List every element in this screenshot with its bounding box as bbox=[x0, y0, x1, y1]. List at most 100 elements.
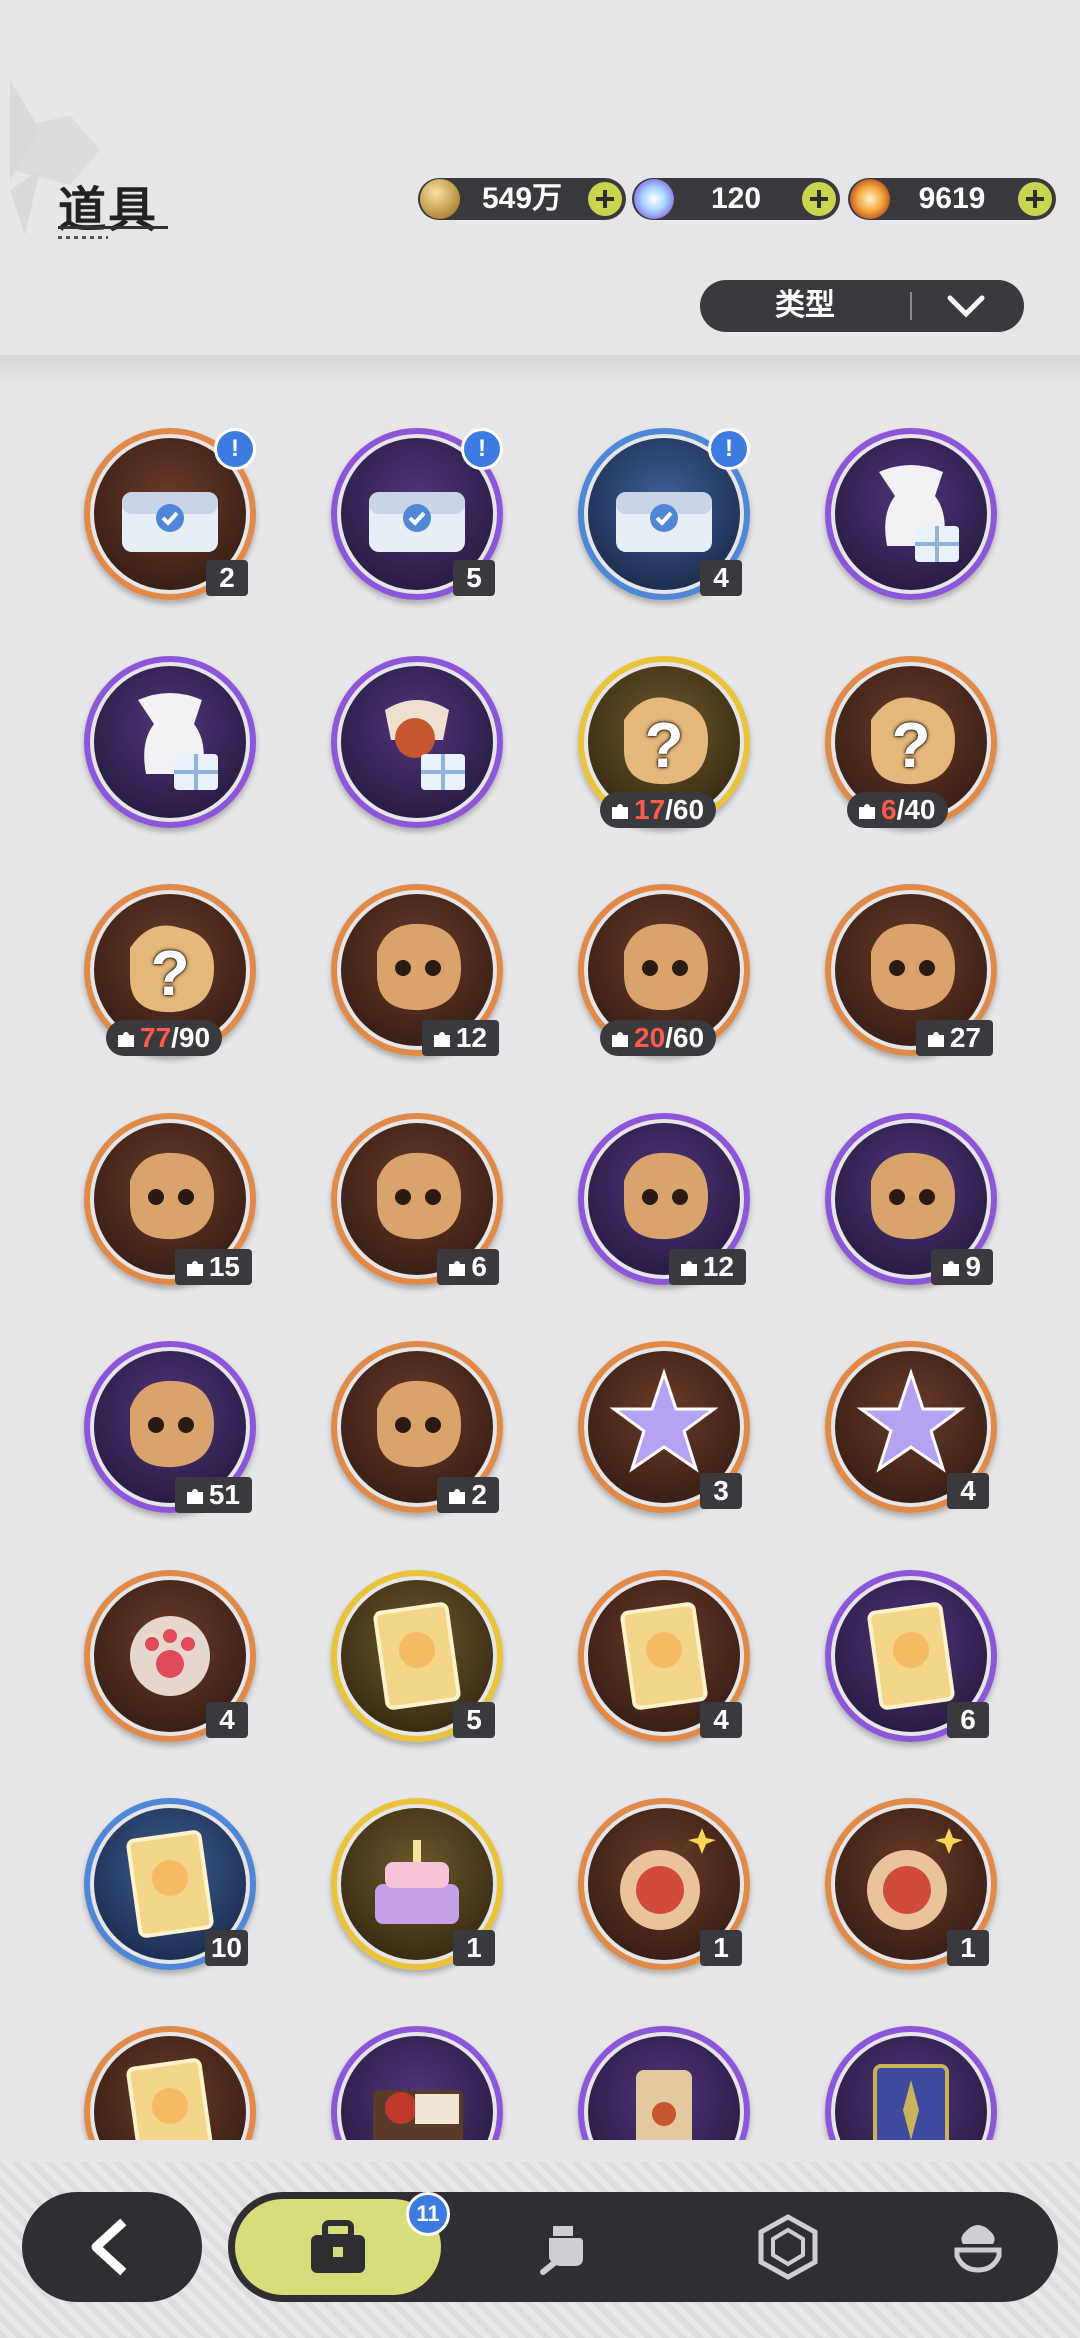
tab-pets[interactable] bbox=[498, 2192, 638, 2302]
pet-fragment-icon bbox=[871, 1152, 955, 1240]
paw-orb-item[interactable]: 4 bbox=[84, 1570, 256, 1742]
scroll-item[interactable] bbox=[578, 2026, 750, 2140]
card-icon bbox=[867, 1602, 955, 1710]
card-item[interactable]: 4 bbox=[578, 1570, 750, 1742]
firework-bomb-item[interactable]: 1 bbox=[825, 1798, 997, 1970]
question-mark-icon: ? bbox=[644, 709, 684, 781]
chocolate-box-item[interactable] bbox=[331, 2026, 503, 2140]
cake-item[interactable]: 1 bbox=[331, 1798, 503, 1970]
item-count: 4 bbox=[206, 1702, 248, 1738]
question-mark-icon: ? bbox=[891, 709, 931, 781]
gift-bag-icon bbox=[879, 465, 959, 562]
pet-fragment-icon bbox=[130, 1152, 214, 1240]
pet-fragment-item[interactable]: 9 bbox=[825, 1113, 997, 1285]
crystal-star-icon bbox=[609, 1368, 719, 1473]
item-count: 4 bbox=[700, 560, 742, 596]
question-mark-icon: ? bbox=[150, 937, 190, 1009]
cake-icon bbox=[375, 1840, 459, 1924]
pet-fragment-item[interactable]: 2 bbox=[331, 1341, 503, 1513]
fragment-progress: 17/60 bbox=[600, 792, 717, 828]
pet-fragment-icon bbox=[377, 1380, 461, 1468]
book-item[interactable] bbox=[825, 2026, 997, 2140]
card-item[interactable] bbox=[84, 2026, 256, 2140]
pet-fragment-item[interactable]: 12 bbox=[331, 884, 503, 1056]
alert-badge: ! bbox=[708, 428, 750, 470]
card-item[interactable]: 10 bbox=[84, 1798, 256, 1970]
mystery-fragment-item[interactable]: ? 17/60 bbox=[578, 656, 750, 828]
fragment-progress: 20/60 bbox=[600, 1020, 717, 1056]
chest-item[interactable]: ! 4 bbox=[578, 428, 750, 600]
fragment-progress: 6 bbox=[437, 1249, 499, 1285]
gift-bag-icon bbox=[138, 693, 218, 790]
pet-fragment-icon bbox=[624, 923, 708, 1011]
gift-bag-item[interactable] bbox=[84, 656, 256, 828]
mystery-fragment-item[interactable]: ? 77/90 bbox=[84, 884, 256, 1056]
pet-fragment-icon bbox=[130, 1380, 214, 1468]
paw-orb-icon bbox=[130, 1616, 210, 1696]
firework-bomb-item[interactable]: 1 bbox=[578, 1798, 750, 1970]
cat-sword-icon bbox=[540, 2226, 583, 2275]
tab-gems[interactable] bbox=[718, 2192, 858, 2302]
chest-item[interactable]: ! 5 bbox=[331, 428, 503, 600]
item-count: 1 bbox=[700, 1930, 742, 1966]
pet-fragment-icon bbox=[377, 1152, 461, 1240]
tab-food[interactable] bbox=[908, 2192, 1048, 2302]
item-count: 1 bbox=[947, 1930, 989, 1966]
item-grid: ! 2! 5! 4? 17/60? 6/40? 77/90 12 20/60 27 15 6 12 9 51… bbox=[0, 0, 1080, 2140]
pet-fragment-item[interactable]: 15 bbox=[84, 1113, 256, 1285]
item-count: 10 bbox=[204, 1930, 248, 1966]
scroll-icon bbox=[636, 2070, 692, 2140]
pet-fragment-item[interactable]: 51 bbox=[84, 1341, 256, 1513]
hexagon-gem-icon bbox=[758, 2214, 818, 2280]
item-count: 2 bbox=[206, 560, 248, 596]
pet-fragment-item[interactable]: 6 bbox=[331, 1113, 503, 1285]
back-button[interactable] bbox=[22, 2192, 202, 2302]
chest-item[interactable]: ! 2 bbox=[84, 428, 256, 600]
chocolate-box-icon bbox=[373, 2090, 463, 2140]
firework-bomb-icon bbox=[867, 1828, 963, 1930]
item-count: 5 bbox=[453, 560, 495, 596]
card-item[interactable]: 5 bbox=[331, 1570, 503, 1742]
bag-icon bbox=[311, 2220, 365, 2273]
fragment-progress: 12 bbox=[668, 1249, 746, 1285]
card-icon bbox=[620, 1602, 708, 1710]
card-item[interactable]: 6 bbox=[825, 1570, 997, 1742]
fragment-progress: 51 bbox=[174, 1477, 252, 1513]
back-arrow-icon bbox=[91, 2218, 127, 2276]
crystal-star-icon bbox=[856, 1368, 966, 1473]
card-icon bbox=[373, 1602, 461, 1710]
chest-icon bbox=[616, 492, 712, 552]
fragment-progress: 15 bbox=[174, 1249, 252, 1285]
pet-fragment-icon bbox=[624, 1152, 708, 1240]
item-count: 3 bbox=[700, 1473, 742, 1509]
fragment-progress: 77/90 bbox=[106, 1020, 223, 1056]
chest-icon bbox=[122, 492, 218, 552]
item-count: 4 bbox=[947, 1473, 989, 1509]
pet-fragment-icon bbox=[377, 923, 461, 1011]
pet-fragment-item[interactable]: 20/60 bbox=[578, 884, 750, 1056]
fragment-progress: 6/40 bbox=[847, 792, 948, 828]
pet-fragment-item[interactable]: 12 bbox=[578, 1113, 750, 1285]
bag-badge: 11 bbox=[406, 2192, 450, 2236]
card-icon bbox=[126, 2058, 214, 2140]
pudding-icon bbox=[954, 2225, 1002, 2273]
fragment-progress: 27 bbox=[915, 1020, 993, 1056]
fragment-progress: 2 bbox=[437, 1477, 499, 1513]
crystal-star-item[interactable]: 3 bbox=[578, 1341, 750, 1513]
fragment-progress: 9 bbox=[931, 1249, 993, 1285]
pet-fragment-icon bbox=[871, 923, 955, 1011]
gift-bag-item[interactable] bbox=[825, 428, 997, 600]
alert-badge: ! bbox=[461, 428, 503, 470]
gift-pack-item[interactable] bbox=[331, 656, 503, 828]
pet-fragment-item[interactable]: 27 bbox=[825, 884, 997, 1056]
item-count: 1 bbox=[453, 1930, 495, 1966]
book-icon bbox=[873, 2064, 949, 2140]
item-count: 4 bbox=[700, 1702, 742, 1738]
bottom-nav: 11 bbox=[228, 2192, 1058, 2302]
mystery-fragment-item[interactable]: ? 6/40 bbox=[825, 656, 997, 828]
alert-badge: ! bbox=[214, 428, 256, 470]
item-count: 6 bbox=[947, 1702, 989, 1738]
item-count: 5 bbox=[453, 1702, 495, 1738]
card-icon bbox=[126, 1830, 214, 1938]
crystal-star-item[interactable]: 4 bbox=[825, 1341, 997, 1513]
